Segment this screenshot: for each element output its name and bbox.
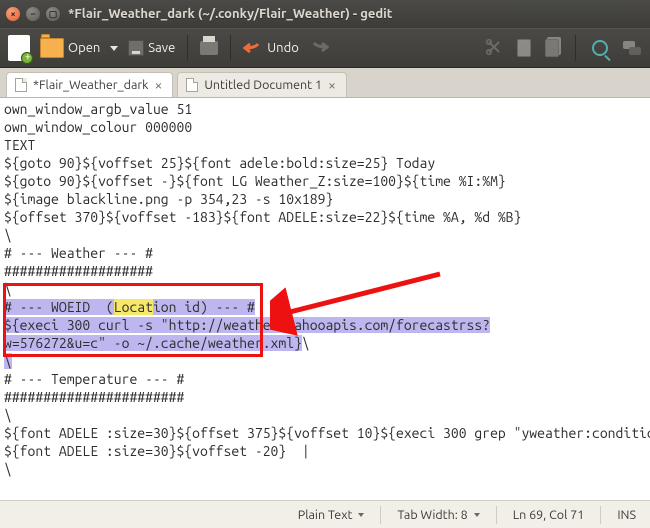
ins-label: INS [617,508,636,522]
undo-icon [243,41,263,55]
toolbar-separator [187,35,188,61]
tab-width-selector[interactable]: Tab Width: 8 [383,508,493,522]
text-editor[interactable]: own_window_argb_value 51 own_window_colo… [0,98,650,494]
window-titlebar: × – ▢ *Flair_Weather_dark (~/.conky/Flai… [0,0,650,28]
syntax-selector[interactable]: Plain Text [284,508,379,522]
paste-button[interactable] [545,39,559,57]
scissors-icon [485,38,503,59]
print-button[interactable] [200,41,218,55]
save-button[interactable]: Save [128,40,175,56]
find-replace-icon [622,40,642,56]
tab-untitled[interactable]: Untitled Document 1 × [177,72,347,97]
toolbar-separator [575,35,576,61]
printer-icon [200,41,218,55]
open-menu-dropdown[interactable] [110,46,118,51]
document-icon [15,78,27,92]
redo-icon [309,40,329,57]
chevron-down-icon [358,513,364,517]
statusbar-separator [496,506,497,524]
save-label: Save [148,41,175,55]
syntax-label: Plain Text [298,508,353,522]
find-replace-button[interactable] [622,40,642,56]
document-tabstrip: *Flair_Weather_dark × Untitled Document … [0,68,650,98]
window-minimize-button[interactable]: – [26,7,40,21]
search-icon [592,40,608,56]
cursor-position: Ln 69, Col 71 [499,508,599,522]
insert-mode-indicator[interactable]: INS [603,508,650,522]
toolbar-separator [230,35,231,61]
window-title: *Flair_Weather_dark (~/.conky/Flair_Weat… [68,7,644,21]
statusbar: Plain Text Tab Width: 8 Ln 69, Col 71 IN… [0,500,650,528]
new-document-icon [8,35,30,61]
folder-icon [40,38,64,58]
document-icon [186,78,198,92]
redo-button[interactable] [309,40,329,57]
copy-button[interactable] [517,39,531,57]
undo-label: Undo [267,41,299,55]
new-document-button[interactable] [8,35,30,61]
statusbar-separator [380,506,381,524]
tab-label: *Flair_Weather_dark [33,78,148,92]
main-toolbar: Open Save Undo [0,28,650,68]
cut-button[interactable] [485,38,503,59]
window-maximize-button[interactable]: ▢ [46,7,60,21]
clipboard-icon [545,39,559,57]
window-controls: × – ▢ [6,7,60,21]
chevron-down-icon [474,513,480,517]
open-label: Open [68,41,100,55]
position-label: Ln 69, Col 71 [513,508,585,522]
find-button[interactable] [592,40,608,56]
window-close-button[interactable]: × [6,7,20,21]
statusbar-separator [600,506,601,524]
tab-width-label: Tab Width: 8 [397,508,467,522]
tab-label: Untitled Document 1 [204,78,322,92]
tab-flair-weather[interactable]: *Flair_Weather_dark × [6,72,173,97]
copy-icon [517,39,531,57]
close-tab-icon[interactable]: × [328,78,336,92]
chevron-down-icon [110,46,118,51]
undo-button[interactable]: Undo [243,41,299,55]
close-tab-icon[interactable]: × [154,78,162,92]
open-button[interactable]: Open [40,38,100,58]
floppy-disk-icon [128,40,144,56]
